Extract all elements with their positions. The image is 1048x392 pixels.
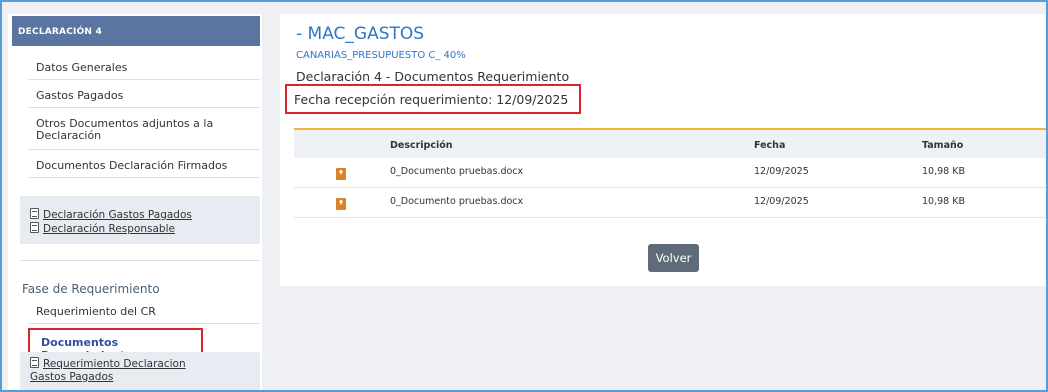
document-icon	[30, 222, 39, 233]
download-icon[interactable]	[336, 168, 346, 180]
declaracion-responsable-label: Declaración Responsable	[43, 223, 175, 235]
fase-requerimiento-title: Fase de Requerimiento	[22, 282, 160, 296]
sidebar-item-datos-generales[interactable]: Datos Generales	[28, 56, 260, 80]
fecha-recepcion: Fecha recepción requerimiento: 12/09/202…	[294, 92, 569, 107]
sidebar: DECLARACIÓN 4 Datos Generales Gastos Pag…	[8, 14, 262, 390]
page-title: - MAC_GASTOS	[296, 24, 425, 44]
requerimiento-declaracion-link[interactable]: Requerimiento Declaracion Gastos Pagados	[30, 357, 220, 384]
table-header: Descripción Fecha Tamaño	[294, 130, 1046, 158]
header-tamano: Tamaño	[922, 140, 964, 151]
requerimiento-declaracion-label: Requerimiento Declaracion Gastos Pagados	[30, 358, 186, 383]
declaracion-gastos-pagados-link[interactable]: Declaración Gastos Pagados	[30, 208, 192, 221]
volver-button[interactable]: Volver	[648, 244, 699, 272]
cell-descripcion: 0_Documento pruebas.docx	[390, 166, 524, 177]
page-subtitle: CANARIAS_PRESUPUESTO C_ 40%	[296, 50, 466, 61]
main-panel: - MAC_GASTOS CANARIAS_PRESUPUESTO C_ 40%…	[280, 14, 1046, 286]
documents-table: Descripción Fecha Tamaño 0_Documento pru…	[294, 128, 1046, 218]
sidebar-item-requerimiento-cr[interactable]: Requerimiento del CR	[28, 302, 260, 324]
download-icon[interactable]	[336, 198, 346, 210]
header-fecha: Fecha	[754, 140, 786, 151]
declaracion-responsable-link[interactable]: Declaración Responsable	[30, 222, 175, 235]
app-frame: DECLARACIÓN 4 Datos Generales Gastos Pag…	[0, 0, 1048, 392]
table-row: 0_Documento pruebas.docx 12/09/2025 10,9…	[294, 158, 1046, 188]
document-icon	[30, 208, 39, 219]
divider	[20, 260, 260, 261]
cell-descripcion: 0_Documento pruebas.docx	[390, 196, 524, 207]
sidebar-item-gastos-pagados[interactable]: Gastos Pagados	[28, 84, 260, 108]
declaration-title: Declaración 4 - Documentos Requerimiento	[296, 69, 570, 84]
cell-tamano: 10,98 KB	[922, 166, 965, 177]
sidebar-item-documentos-firmados[interactable]: Documentos Declaración Firmados	[28, 154, 260, 178]
cell-fecha: 12/09/2025	[754, 166, 809, 177]
sidebar-item-otros-documentos[interactable]: Otros Documentos adjuntos a la Declaraci…	[28, 112, 260, 150]
document-icon	[30, 357, 39, 368]
cell-tamano: 10,98 KB	[922, 196, 965, 207]
table-row: 0_Documento pruebas.docx 12/09/2025 10,9…	[294, 188, 1046, 218]
declaracion-gastos-pagados-label: Declaración Gastos Pagados	[43, 209, 192, 221]
sidebar-header: DECLARACIÓN 4	[12, 16, 260, 46]
cell-fecha: 12/09/2025	[754, 196, 809, 207]
header-descripcion: Descripción	[390, 140, 453, 151]
